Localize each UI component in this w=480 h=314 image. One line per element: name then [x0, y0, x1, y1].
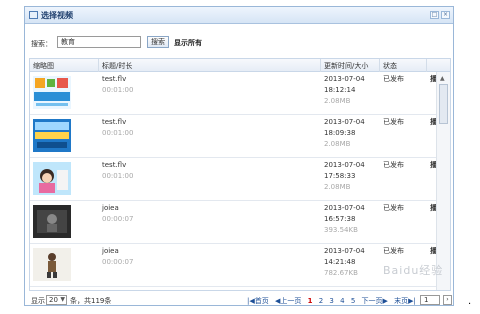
video-duration: 00:00:07 [102, 215, 134, 223]
video-title: test.flv [102, 118, 127, 126]
update-date: 2013-07-04 [324, 204, 365, 212]
video-thumbnail [33, 162, 71, 195]
video-title: joiea [102, 204, 119, 212]
table-row[interactable]: joiea 00:00:07 2013-07-04 14:21:48 782.6… [30, 244, 437, 287]
update-date: 2013-07-04 [324, 161, 365, 169]
updated-cell: 2013-07-04 14:21:48 782.67KB [324, 246, 365, 279]
update-date: 2013-07-04 [324, 247, 365, 255]
show-all-link[interactable]: 显示所有 [174, 38, 202, 48]
dialog-titlebar[interactable]: 选择视频 □ × [25, 7, 453, 24]
close-icon[interactable]: × [441, 11, 450, 19]
update-time: 16:57:38 [324, 215, 356, 223]
col-status[interactable]: 状态 [383, 61, 397, 71]
status-text: 已发布 [383, 75, 404, 83]
pager-links: |◀首页 ◀上一页 1 2 3 4 5 下一页▶ 末页▶| [247, 296, 420, 306]
update-date: 2013-07-04 [324, 118, 365, 126]
col-divider [426, 59, 427, 72]
file-size: 2.08MB [324, 140, 351, 148]
pagination-bar: 显示 20 ▼ 条，共119条 |◀首页 ◀上一页 1 2 3 4 5 下一页▶… [31, 295, 452, 307]
grid-rows: test.flv 00:01:00 2013-07-04 18:12:14 2.… [30, 72, 437, 290]
updated-cell: 2013-07-04 17:58:33 2.08MB [324, 160, 365, 193]
page-link-4[interactable]: 4 [340, 297, 344, 305]
title-cell: joiea 00:00:07 [102, 246, 133, 268]
search-input[interactable] [57, 36, 141, 48]
table-row[interactable]: joiea 00:00:07 2013-07-04 16:57:38 393.5… [30, 201, 437, 244]
search-toolbar: 搜索： 搜索 显示所有 [31, 36, 331, 50]
table-row[interactable]: test.flv 00:01:00 2013-07-04 18:09:38 2.… [30, 115, 437, 158]
table-row[interactable]: test.flv 00:01:00 2013-07-04 18:12:14 2.… [30, 72, 437, 115]
col-updated-size[interactable]: 更新时间/大小 [324, 61, 368, 71]
grid-header: 缩略图 标题/时长 更新时间/大小 状态 [30, 59, 450, 72]
video-duration: 00:01:00 [102, 129, 134, 137]
updated-cell: 2013-07-04 18:12:14 2.08MB [324, 74, 365, 107]
updated-cell: 2013-07-04 18:09:38 2.08MB [324, 117, 365, 150]
status-text: 已发布 [383, 118, 404, 126]
video-thumbnail [33, 248, 71, 281]
vertical-scrollbar[interactable]: ▲ [436, 72, 450, 290]
video-title: test.flv [102, 161, 127, 169]
watermark-logo: Baidu经验 [383, 264, 444, 277]
update-date: 2013-07-04 [324, 75, 365, 83]
title-cell: joiea 00:00:07 [102, 203, 133, 225]
scroll-up-icon[interactable]: ▲ [440, 75, 445, 82]
page-link-3[interactable]: 3 [329, 297, 333, 305]
video-duration: 00:01:00 [102, 172, 134, 180]
col-divider [379, 59, 380, 72]
page-link-1[interactable]: 1 [308, 297, 313, 305]
chevron-down-icon: ▼ [60, 296, 65, 303]
video-thumbnail [33, 119, 71, 152]
table-row[interactable]: test.flv 00:01:00 2013-07-04 17:58:33 2.… [30, 158, 437, 201]
status-text: 已发布 [383, 204, 404, 212]
video-duration: 00:01:00 [102, 86, 134, 94]
update-time: 18:09:38 [324, 129, 356, 137]
dialog-title: 选择视频 [41, 11, 73, 20]
trailing-dot: . [468, 296, 472, 307]
status-text: 已发布 [383, 161, 404, 169]
first-page-link[interactable]: |◀首页 [247, 297, 269, 305]
col-title-duration[interactable]: 标题/时长 [102, 61, 132, 71]
window-icon [29, 11, 38, 19]
status-text: 已发布 [383, 247, 404, 255]
file-size: 393.54KB [324, 226, 358, 234]
page-size-select[interactable]: 20 ▼ [46, 295, 67, 305]
video-grid: 缩略图 标题/时长 更新时间/大小 状态 test.flv 00:01:00 2… [29, 58, 451, 291]
title-cell: test.flv 00:01:00 [102, 117, 133, 139]
update-time: 17:58:33 [324, 172, 356, 180]
video-duration: 00:00:07 [102, 258, 134, 266]
total-count: 条，共119条 [70, 297, 112, 305]
page-size-value: 20 [49, 296, 58, 304]
col-thumbnail[interactable]: 缩略图 [33, 61, 54, 71]
video-thumbnail [33, 76, 71, 109]
scroll-thumb[interactable] [439, 84, 448, 124]
video-thumbnail [33, 205, 71, 238]
go-page-button[interactable]: › [443, 295, 452, 305]
title-cell: test.flv 00:01:00 [102, 74, 133, 96]
title-cell: test.flv 00:01:00 [102, 160, 133, 182]
col-divider [98, 59, 99, 72]
last-page-link[interactable]: 末页▶| [394, 297, 416, 305]
update-time: 14:21:48 [324, 258, 356, 266]
search-label: 搜索： [31, 40, 52, 48]
file-size: 782.67KB [324, 269, 358, 277]
prev-page-link[interactable]: ◀上一页 [275, 297, 301, 305]
updated-cell: 2013-07-04 16:57:38 393.54KB [324, 203, 365, 236]
update-time: 18:12:14 [324, 86, 356, 94]
page-size-label: 显示 [31, 297, 45, 305]
page-link-5[interactable]: 5 [351, 297, 355, 305]
video-title: joiea [102, 247, 119, 255]
col-divider [320, 59, 321, 72]
file-size: 2.08MB [324, 97, 351, 105]
select-video-dialog: 选择视频 □ × 搜索： 搜索 显示所有 缩略图 标题/时长 更新时间/大小 状… [24, 6, 454, 306]
video-title: test.flv [102, 75, 127, 83]
page-link-2[interactable]: 2 [319, 297, 323, 305]
file-size: 2.08MB [324, 183, 351, 191]
next-page-link[interactable]: 下一页▶ [362, 297, 388, 305]
page-number-input[interactable]: 1 [420, 295, 440, 305]
search-button[interactable]: 搜索 [147, 36, 169, 48]
maximize-icon[interactable]: □ [430, 11, 439, 19]
